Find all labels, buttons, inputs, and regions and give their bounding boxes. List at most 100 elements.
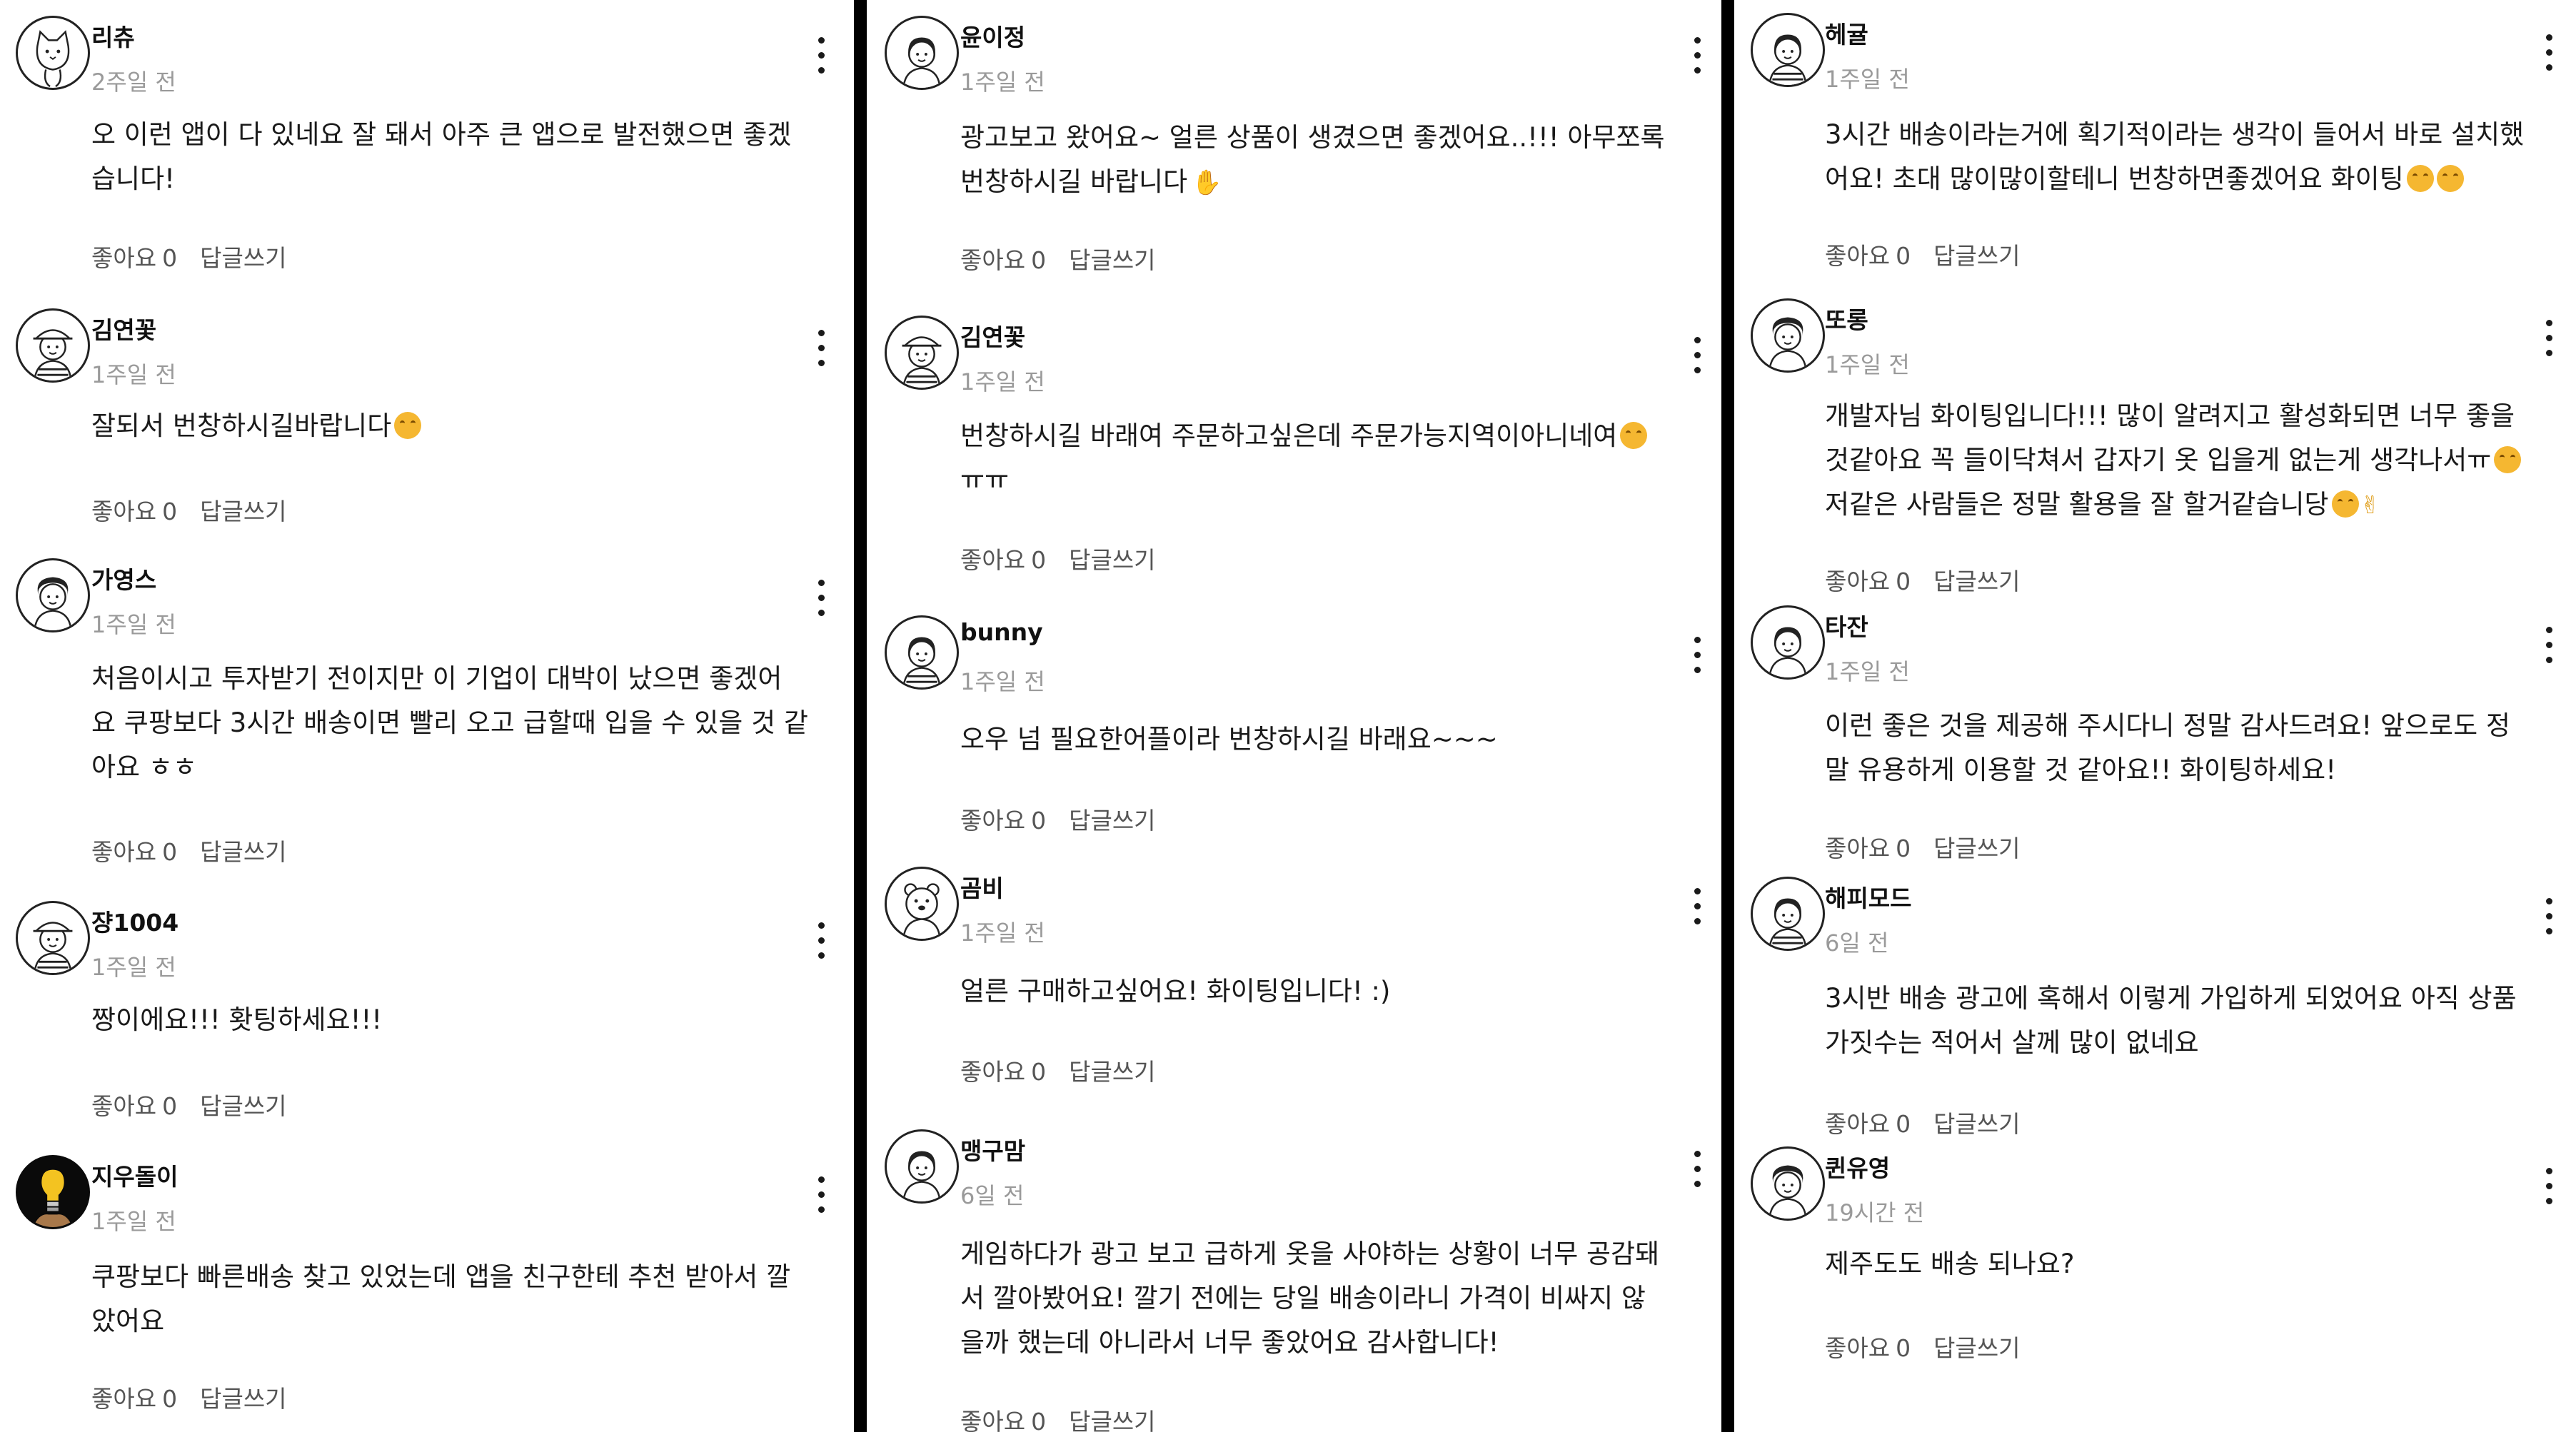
reply-button[interactable]: 답글쓰기 [200, 498, 286, 525]
girl-curly-avatar-icon[interactable] [16, 558, 90, 632]
like-button[interactable]: 좋아요 0 [960, 246, 1046, 274]
comment-username[interactable]: 가영스 [91, 561, 156, 595]
reply-button[interactable]: 답글쓰기 [1069, 1058, 1155, 1086]
reply-button[interactable]: 답글쓰기 [1933, 835, 2020, 862]
comment-text-line: ㅠㅠ [960, 465, 1010, 495]
comment-text-line: 3시반 배송 광고에 혹해서 이렇게 가입하게 되었어요 아직 상품 [1825, 983, 2517, 1014]
more-options-icon[interactable] [812, 326, 830, 371]
like-count: 0 [162, 498, 178, 525]
more-options-icon[interactable] [1689, 884, 1706, 929]
like-button[interactable]: 좋아요 0 [1825, 835, 1911, 862]
reply-button[interactable]: 답글쓰기 [1069, 546, 1155, 574]
like-button[interactable]: 좋아요 0 [91, 838, 177, 866]
bear-avatar-icon[interactable] [885, 867, 959, 941]
more-options-icon[interactable] [812, 33, 830, 79]
girl-curly-avatar-icon[interactable] [1751, 1146, 1825, 1221]
comment-body: 번창하시길 바래여 주문하고싶은데 주문가능지역이아니네여 ㅠㅠ [960, 414, 1648, 503]
comment-username[interactable]: 윤이정 [960, 19, 1025, 53]
comment-body: 광고보고 왔어요~ 얼른 상품이 생겼으면 좋겠어요..!!! 아무쪼록 번창하시… [960, 116, 1665, 205]
like-button[interactable]: 좋아요 0 [1825, 1334, 1911, 1362]
comment-body: 제주도도 배송 되나요? [1825, 1242, 2075, 1286]
more-options-icon[interactable] [2540, 30, 2557, 76]
comment-username[interactable]: 헤귤 [1825, 16, 1868, 50]
comment-text-line: 짱이에요!!! 홧팅하세요!!! [91, 1004, 383, 1035]
girl-hat-avatar-icon[interactable] [16, 901, 90, 975]
reply-button[interactable]: 답글쓰기 [200, 1092, 286, 1120]
comment-body: 오우 넘 필요한어플이라 번창하시길 바래요~~~ [960, 717, 1498, 762]
comment-text-line: 번창하시길 바래여 주문하고싶은데 주문가능지역이아니네여 [960, 420, 1618, 451]
more-options-icon[interactable] [1689, 33, 1706, 79]
girl-avatar-icon[interactable] [1751, 605, 1825, 680]
reply-button[interactable]: 답글쓰기 [1069, 807, 1155, 835]
reply-button[interactable]: 답글쓰기 [1933, 1334, 2020, 1362]
comment-actions: 좋아요 0 답글쓰기 [960, 541, 1156, 575]
reply-button[interactable]: 답글쓰기 [1069, 1408, 1155, 1432]
more-options-icon[interactable] [812, 575, 830, 621]
comment-username[interactable]: 리츄 [91, 19, 135, 53]
cat-avatar-icon[interactable] [16, 16, 90, 90]
reply-button[interactable]: 답글쓰기 [1069, 246, 1155, 274]
girl-hat-avatar-icon[interactable] [16, 308, 90, 383]
comment-username[interactable]: 쟝1004 [91, 904, 178, 938]
girl-hat-avatar-icon[interactable] [885, 316, 959, 390]
like-button[interactable]: 좋아요 0 [91, 1092, 177, 1120]
girl-avatar-icon[interactable] [885, 1129, 959, 1204]
comment-actions: 좋아요 0 답글쓰기 [960, 1053, 1156, 1087]
smile-emoji-icon [1620, 422, 1648, 449]
like-count: 0 [162, 244, 178, 272]
like-button[interactable]: 좋아요 0 [960, 1058, 1046, 1086]
like-button[interactable]: 좋아요 0 [1825, 1110, 1911, 1138]
girl-avatar-icon[interactable] [885, 16, 959, 90]
more-options-icon[interactable] [1689, 1146, 1706, 1192]
comment-text-line: 잘되서 번창하시길바랍니다 [91, 410, 392, 441]
more-options-icon[interactable] [2540, 316, 2557, 361]
girl-striped-avatar-icon[interactable] [1751, 13, 1825, 87]
like-button[interactable]: 좋아요 0 [1825, 242, 1911, 270]
like-button[interactable]: 좋아요 0 [960, 807, 1046, 835]
more-options-icon[interactable] [1689, 632, 1706, 678]
comment-username[interactable]: 김연꽃 [91, 311, 156, 346]
thumbs-up-emoji-icon: ✌ [2360, 491, 2381, 520]
comment-username[interactable]: 해피모드 [1825, 879, 1911, 914]
comment-username[interactable]: 맹구맘 [960, 1132, 1025, 1166]
comment-timestamp: 1주일 전 [960, 69, 1045, 96]
comment-username[interactable]: 곰비 [960, 869, 1004, 904]
more-options-icon[interactable] [812, 918, 830, 964]
like-button[interactable]: 좋아요 0 [960, 546, 1046, 574]
reply-button[interactable]: 답글쓰기 [200, 244, 286, 272]
comment-column: 리츄 2주일 전오 이런 앱이 다 있네요 잘 돼서 아주 큰 앱으로 발전했으면… [0, 0, 853, 1432]
like-button[interactable]: 좋아요 0 [960, 1408, 1046, 1432]
more-options-icon[interactable] [2540, 622, 2557, 668]
like-count: 0 [1031, 246, 1047, 274]
like-count: 0 [1031, 807, 1047, 835]
comment-body: 짱이에요!!! 홧팅하세요!!! [91, 998, 382, 1042]
comment-body: 3시간 배송이라는거에 획기적이라는 생각이 들어서 바로 설치했 어요! 초대 … [1825, 113, 2524, 201]
like-button[interactable]: 좋아요 0 [1825, 568, 1911, 595]
comment-actions: 좋아요 0 답글쓰기 [960, 241, 1156, 276]
girl-striped-avatar-icon[interactable] [885, 615, 959, 690]
like-button[interactable]: 좋아요 0 [91, 1385, 177, 1413]
lightbulb-avatar-icon[interactable] [16, 1155, 90, 1229]
girl-curly-avatar-icon[interactable] [1751, 298, 1825, 373]
reply-button[interactable]: 답글쓰기 [1933, 242, 2020, 270]
like-button[interactable]: 좋아요 0 [91, 244, 177, 272]
reply-button[interactable]: 답글쓰기 [1933, 568, 2020, 595]
like-button[interactable]: 좋아요 0 [91, 498, 177, 525]
comment-username[interactable]: bunny [960, 618, 1043, 646]
reply-button[interactable]: 답글쓰기 [1933, 1110, 2020, 1138]
more-options-icon[interactable] [1689, 333, 1706, 378]
comment-username[interactable]: 지우돌이 [91, 1158, 178, 1192]
more-options-icon[interactable] [2540, 1164, 2557, 1209]
comment-username[interactable]: 김연꽃 [960, 318, 1025, 353]
girl-striped-avatar-icon[interactable] [1751, 877, 1825, 951]
more-options-icon[interactable] [812, 1172, 830, 1218]
more-options-icon[interactable] [2540, 894, 2557, 939]
like-count: 0 [1896, 568, 1911, 595]
comment-text-line: 을까 했는데 아니라서 너무 좋았어요 감사합니다! [960, 1327, 1499, 1358]
comment-username[interactable]: 퀸유영 [1825, 1149, 1890, 1184]
comment-username[interactable]: 또롱 [1825, 301, 1868, 336]
reply-button[interactable]: 답글쓰기 [200, 1385, 286, 1413]
reply-button[interactable]: 답글쓰기 [200, 838, 286, 866]
comment-username[interactable]: 타잔 [1825, 608, 1868, 642]
comment-timestamp: 1주일 전 [960, 368, 1045, 395]
